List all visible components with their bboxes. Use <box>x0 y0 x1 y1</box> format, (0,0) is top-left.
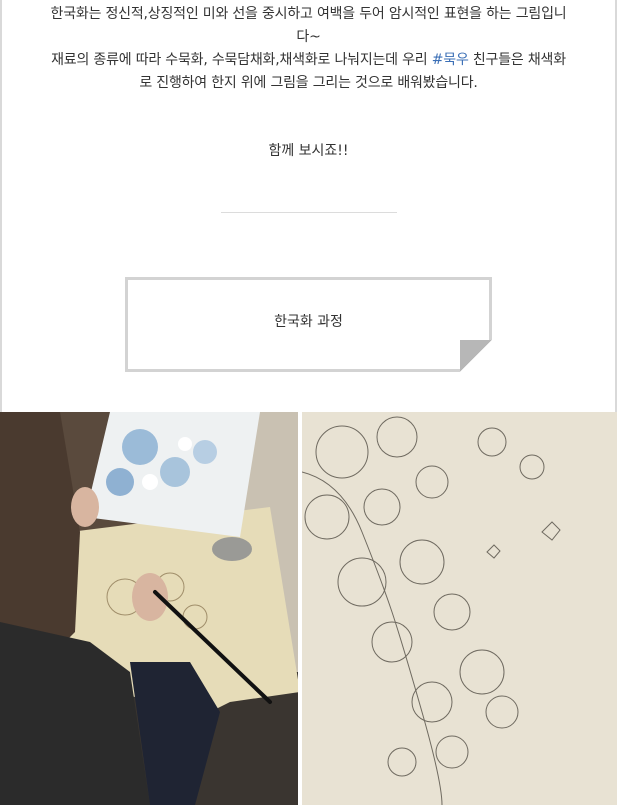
intro-line: 재료의 종류에 따라 수묵화, 수묵담채화,채색화로 나눠지는데 우리 #묵우 … <box>22 49 595 72</box>
section-note-card: 한국화 과정 <box>125 277 492 372</box>
section-note-title: 한국화 과정 <box>274 314 343 330</box>
closing-text: 함께 보시죠!! <box>268 143 349 159</box>
intro-line: 한국화는 정신적,상징적인 미와 선을 중시하고 여백을 두어 암시적인 표현을… <box>50 6 567 22</box>
divider <box>221 212 397 213</box>
photo-row <box>0 412 617 805</box>
intro-line-text: 재료의 종류에 따라 수묵화, 수묵담채화,채색화로 나눠지는데 우리 <box>51 52 432 68</box>
intro-line: 로 진행하여 한지 위에 그림을 그리는 것으로 배워봤습니다. <box>139 75 478 91</box>
intro-line: 다~ <box>296 29 321 45</box>
content-frame-left-border <box>0 0 2 412</box>
hashtag-link[interactable]: #묵우 <box>432 52 469 68</box>
intro-text: 한국화는 정신적,상징적인 미와 선을 중시하고 여백을 두어 암시적인 표현을… <box>22 3 595 95</box>
line-drawing-photo[interactable] <box>302 412 617 805</box>
page-fold-corner <box>460 340 492 372</box>
intro-line-text: 친구들은 채색화 <box>468 52 566 68</box>
student-painting-photo[interactable] <box>0 412 298 805</box>
